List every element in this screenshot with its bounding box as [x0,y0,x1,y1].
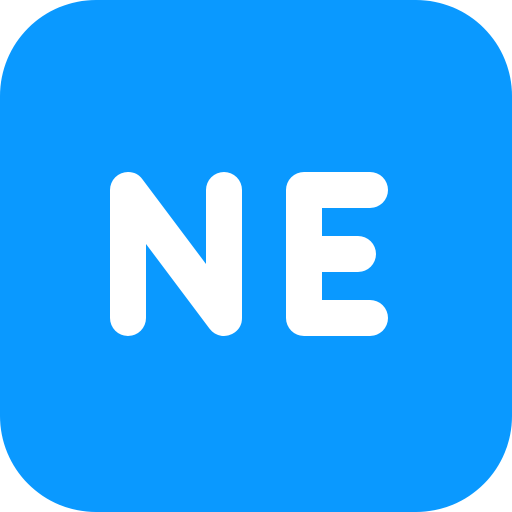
ne-badge-graphic [0,0,512,512]
icon-canvas: NE [0,0,512,512]
badge-background [0,0,512,512]
ne-badge-icon: NE [0,0,512,512]
